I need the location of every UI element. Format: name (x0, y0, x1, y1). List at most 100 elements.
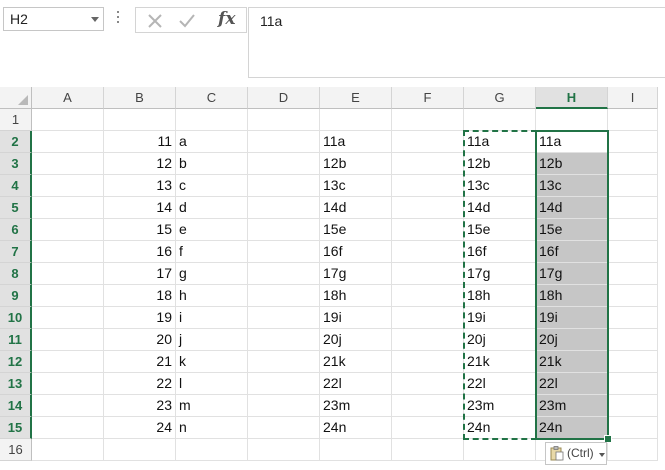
cell-f16[interactable] (392, 439, 464, 461)
cell-f4[interactable] (392, 175, 464, 197)
row-header-11[interactable]: 11 (0, 329, 32, 351)
cell-b13[interactable]: 22 (104, 373, 176, 395)
row-header-2[interactable]: 2 (0, 131, 32, 153)
cell-a14[interactable] (32, 395, 104, 417)
row-header-16[interactable]: 16 (0, 439, 32, 461)
name-box[interactable]: H2 (3, 7, 104, 31)
cell-d1[interactable] (248, 109, 320, 131)
cell-e4[interactable]: 13c (320, 175, 392, 197)
cell-b16[interactable] (104, 439, 176, 461)
cell-h13[interactable]: 22l (536, 373, 608, 395)
cell-d13[interactable] (248, 373, 320, 395)
cell-i13[interactable] (608, 373, 658, 395)
cell-c5[interactable]: d (176, 197, 248, 219)
cell-c15[interactable]: n (176, 417, 248, 439)
row-header-13[interactable]: 13 (0, 373, 32, 395)
column-header-a[interactable]: A (32, 87, 104, 109)
cell-h2[interactable]: 11a (536, 131, 608, 153)
cell-g14[interactable]: 23m (464, 395, 536, 417)
cell-c3[interactable]: b (176, 153, 248, 175)
row-header-3[interactable]: 3 (0, 153, 32, 175)
cell-f12[interactable] (392, 351, 464, 373)
cell-i15[interactable] (608, 417, 658, 439)
cell-c10[interactable]: i (176, 307, 248, 329)
cell-h1[interactable] (536, 109, 608, 131)
cell-c16[interactable] (176, 439, 248, 461)
cell-h8[interactable]: 17g (536, 263, 608, 285)
cell-d9[interactable] (248, 285, 320, 307)
row-header-15[interactable]: 15 (0, 417, 32, 439)
cell-f2[interactable] (392, 131, 464, 153)
cell-d8[interactable] (248, 263, 320, 285)
cell-h5[interactable]: 14d (536, 197, 608, 219)
cell-h4[interactable]: 13c (536, 175, 608, 197)
cell-e13[interactable]: 22l (320, 373, 392, 395)
column-header-i[interactable]: I (608, 87, 658, 109)
cell-d6[interactable] (248, 219, 320, 241)
cell-a1[interactable] (32, 109, 104, 131)
cell-f15[interactable] (392, 417, 464, 439)
column-header-g[interactable]: G (464, 87, 536, 109)
cell-b15[interactable]: 24 (104, 417, 176, 439)
cell-d12[interactable] (248, 351, 320, 373)
cell-d4[interactable] (248, 175, 320, 197)
cell-e10[interactable]: 19i (320, 307, 392, 329)
enter-icon[interactable] (178, 12, 196, 30)
cell-i14[interactable] (608, 395, 658, 417)
cell-b2[interactable]: 11 (104, 131, 176, 153)
cell-f9[interactable] (392, 285, 464, 307)
cell-a7[interactable] (32, 241, 104, 263)
cell-a3[interactable] (32, 153, 104, 175)
cell-e16[interactable] (320, 439, 392, 461)
column-header-c[interactable]: C (176, 87, 248, 109)
cell-i7[interactable] (608, 241, 658, 263)
name-box-dropdown-icon[interactable] (91, 17, 99, 22)
cell-a2[interactable] (32, 131, 104, 153)
cell-f8[interactable] (392, 263, 464, 285)
cell-g1[interactable] (464, 109, 536, 131)
cell-b10[interactable]: 19 (104, 307, 176, 329)
cell-f13[interactable] (392, 373, 464, 395)
cell-f14[interactable] (392, 395, 464, 417)
cell-h14[interactable]: 23m (536, 395, 608, 417)
row-header-10[interactable]: 10 (0, 307, 32, 329)
cell-d5[interactable] (248, 197, 320, 219)
cell-d11[interactable] (248, 329, 320, 351)
row-header-5[interactable]: 5 (0, 197, 32, 219)
cell-c1[interactable] (176, 109, 248, 131)
cell-e8[interactable]: 17g (320, 263, 392, 285)
cell-h15[interactable]: 24n (536, 417, 608, 439)
cell-i8[interactable] (608, 263, 658, 285)
cell-g13[interactable]: 22l (464, 373, 536, 395)
cell-e15[interactable]: 24n (320, 417, 392, 439)
cell-e14[interactable]: 23m (320, 395, 392, 417)
cell-a10[interactable] (32, 307, 104, 329)
cell-b4[interactable]: 13 (104, 175, 176, 197)
formula-input[interactable]: 11a (248, 7, 665, 78)
cell-a9[interactable] (32, 285, 104, 307)
cell-e6[interactable]: 15e (320, 219, 392, 241)
cell-d14[interactable] (248, 395, 320, 417)
cell-g4[interactable]: 13c (464, 175, 536, 197)
cell-e2[interactable]: 11a (320, 131, 392, 153)
cell-h3[interactable]: 12b (536, 153, 608, 175)
cell-b9[interactable]: 18 (104, 285, 176, 307)
formula-bar-resize-handle[interactable] (116, 11, 120, 27)
cell-a11[interactable] (32, 329, 104, 351)
cell-g3[interactable]: 12b (464, 153, 536, 175)
row-header-4[interactable]: 4 (0, 175, 32, 197)
cell-i2[interactable] (608, 131, 658, 153)
cell-f5[interactable] (392, 197, 464, 219)
cell-g15[interactable]: 24n (464, 417, 536, 439)
cell-c9[interactable]: h (176, 285, 248, 307)
cell-d2[interactable] (248, 131, 320, 153)
cell-d7[interactable] (248, 241, 320, 263)
cell-i3[interactable] (608, 153, 658, 175)
cell-f10[interactable] (392, 307, 464, 329)
row-header-1[interactable]: 1 (0, 109, 32, 131)
cell-d3[interactable] (248, 153, 320, 175)
cell-a8[interactable] (32, 263, 104, 285)
cell-g5[interactable]: 14d (464, 197, 536, 219)
cell-a16[interactable] (32, 439, 104, 461)
cell-a6[interactable] (32, 219, 104, 241)
